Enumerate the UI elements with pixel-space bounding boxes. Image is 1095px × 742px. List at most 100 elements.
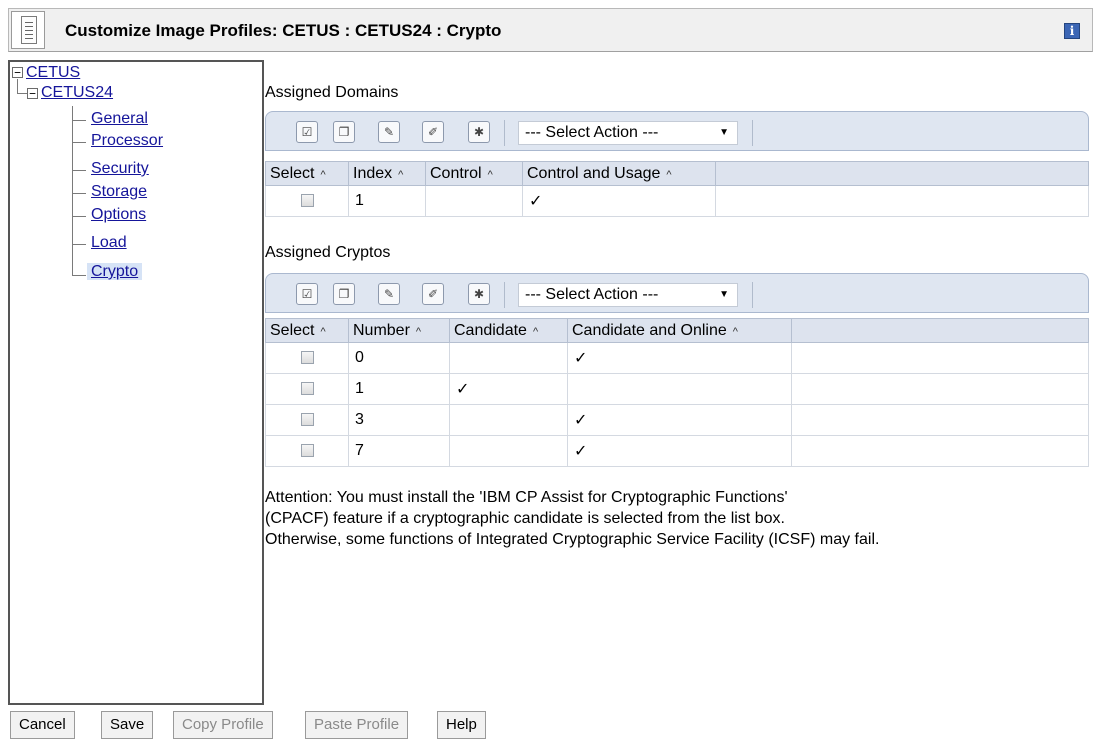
collapse-icon[interactable]: − [27, 88, 38, 99]
settings-icon[interactable]: ✱ [468, 283, 490, 305]
navigation-tree: − CETUS − CETUS24 General Processor Secu… [8, 60, 264, 705]
tree-item-label[interactable]: Options [91, 206, 146, 223]
copy-profile-button[interactable]: Copy Profile [173, 711, 273, 739]
tree-item-label[interactable]: Storage [91, 183, 147, 200]
select-all-icon[interactable]: ☑ [296, 283, 318, 305]
column-header-index[interactable]: Index ^ [348, 161, 426, 186]
info-icon[interactable]: i [1064, 23, 1080, 39]
cryptos-toolbar: ☑ ❐ ✎ ✐ ✱ --- Select Action --- ▼ [265, 273, 1089, 313]
column-header-candidate[interactable]: Candidate ^ [449, 318, 568, 343]
number-cell: 1 [348, 373, 450, 405]
clear-icon[interactable]: ✐ [422, 121, 444, 143]
cancel-button[interactable]: Cancel [10, 711, 75, 739]
window-title: Customize Image Profiles: CETUS : CETUS2… [65, 21, 502, 40]
tree-item-label[interactable]: Processor [91, 132, 163, 149]
deselect-all-icon[interactable]: ❐ [333, 121, 355, 143]
sort-icon: ^ [666, 168, 672, 181]
chevron-down-icon: ▼ [719, 127, 729, 138]
column-header-select[interactable]: Select ^ [265, 318, 349, 343]
column-header-control[interactable]: Control ^ [425, 161, 523, 186]
row-checkbox[interactable] [300, 351, 314, 365]
domains-table: Select ^ Index ^ Control ^ Control and Usag… [265, 161, 1089, 217]
tree-node-label[interactable]: CETUS [26, 64, 80, 81]
column-header-number[interactable]: Number ^ [348, 318, 450, 343]
sort-icon: ^ [398, 168, 404, 181]
cryptos-table: Select ^ Number ^ Candidate ^ Candidate and… [265, 318, 1089, 467]
tree-item-options[interactable]: Options [91, 206, 146, 224]
tree-node-cetus24[interactable]: CETUS24 [41, 84, 113, 102]
column-header-control-usage[interactable]: Control and Usage ^ [522, 161, 716, 186]
tree-node-cetus[interactable]: CETUS [26, 64, 80, 82]
candidate-online-cell: ✓ [567, 435, 792, 467]
collapse-icon[interactable]: − [12, 67, 23, 78]
candidate-cell [449, 435, 568, 467]
sort-icon: ^ [320, 325, 326, 338]
edit-icon[interactable]: ✎ [378, 283, 400, 305]
candidate-online-cell: ✓ [567, 404, 792, 436]
attention-line: Otherwise, some functions of Integrated … [265, 531, 880, 548]
row-checkbox[interactable] [300, 444, 314, 458]
table-row: 1 ✓ [265, 185, 1089, 217]
row-checkbox[interactable] [300, 194, 314, 208]
row-checkbox-cell[interactable] [265, 185, 349, 217]
sort-icon: ^ [532, 325, 539, 338]
tree-item-label[interactable]: Security [91, 160, 149, 177]
tree-node-label[interactable]: CETUS24 [41, 84, 113, 101]
control-cell [425, 185, 523, 217]
settings-icon[interactable]: ✱ [468, 121, 490, 143]
attention-line: (CPACF) feature if a cryptographic candi… [265, 510, 785, 527]
clear-icon[interactable]: ✐ [422, 283, 444, 305]
tree-item-processor[interactable]: Processor [91, 132, 163, 150]
tree-item-crypto[interactable]: Crypto [87, 263, 143, 281]
select-action-dropdown[interactable]: --- Select Action --- ▼ [518, 283, 738, 307]
tree-item-general[interactable]: General [91, 110, 148, 128]
row-checkbox-cell[interactable] [265, 342, 349, 374]
index-cell: 1 [348, 185, 426, 217]
edit-icon[interactable]: ✎ [378, 121, 400, 143]
chevron-down-icon: ▼ [719, 289, 729, 300]
table-row: 1 ✓ [265, 373, 1089, 405]
title-bar: Customize Image Profiles: CETUS : CETUS2… [8, 8, 1093, 52]
domains-toolbar: ☑ ❐ ✎ ✐ ✱ --- Select Action --- ▼ [265, 111, 1089, 151]
assigned-domains-title: Assigned Domains [265, 84, 399, 101]
row-checkbox-cell[interactable] [265, 404, 349, 436]
deselect-all-icon[interactable]: ❐ [333, 283, 355, 305]
column-header-empty [791, 318, 1089, 343]
number-cell: 7 [348, 435, 450, 467]
select-action-label: --- Select Action --- [525, 124, 659, 141]
row-checkbox[interactable] [300, 382, 314, 396]
row-checkbox-cell[interactable] [265, 373, 349, 405]
tree-item-storage[interactable]: Storage [91, 183, 147, 201]
tree-item-security[interactable]: Security [91, 160, 149, 178]
candidate-online-cell [567, 373, 792, 405]
sort-icon: ^ [415, 325, 422, 338]
select-action-dropdown[interactable]: --- Select Action --- ▼ [518, 121, 738, 145]
candidate-cell: ✓ [449, 373, 568, 405]
table-row: 3 ✓ [265, 404, 1089, 436]
sort-icon: ^ [487, 168, 493, 181]
column-header-select[interactable]: Select ^ [265, 161, 349, 186]
document-icon [11, 11, 45, 49]
save-button[interactable]: Save [101, 711, 154, 739]
tree-item-load[interactable]: Load [91, 234, 127, 252]
select-all-icon[interactable]: ☑ [296, 121, 318, 143]
number-cell: 3 [348, 404, 450, 436]
assigned-cryptos-title: Assigned Cryptos [265, 244, 391, 261]
number-cell: 0 [348, 342, 450, 374]
row-checkbox-cell[interactable] [265, 435, 349, 467]
tree-item-label[interactable]: Crypto [87, 263, 143, 280]
tree-item-label[interactable]: Load [91, 234, 127, 251]
attention-message: Attention: You must install the 'IBM CP … [265, 487, 1085, 550]
paste-profile-button[interactable]: Paste Profile [305, 711, 409, 739]
attention-line: Attention: You must install the 'IBM CP … [265, 489, 788, 506]
help-button[interactable]: Help [437, 711, 486, 739]
row-checkbox[interactable] [300, 413, 314, 427]
select-action-label: --- Select Action --- [525, 286, 659, 303]
table-row: 0 ✓ [265, 342, 1089, 374]
candidate-cell [449, 342, 568, 374]
column-header-empty [715, 161, 1089, 186]
table-row: 7 ✓ [265, 435, 1089, 467]
tree-item-label[interactable]: General [91, 110, 148, 127]
candidate-online-cell: ✓ [567, 342, 792, 374]
column-header-candidate-online[interactable]: Candidate and Online ^ [567, 318, 792, 343]
